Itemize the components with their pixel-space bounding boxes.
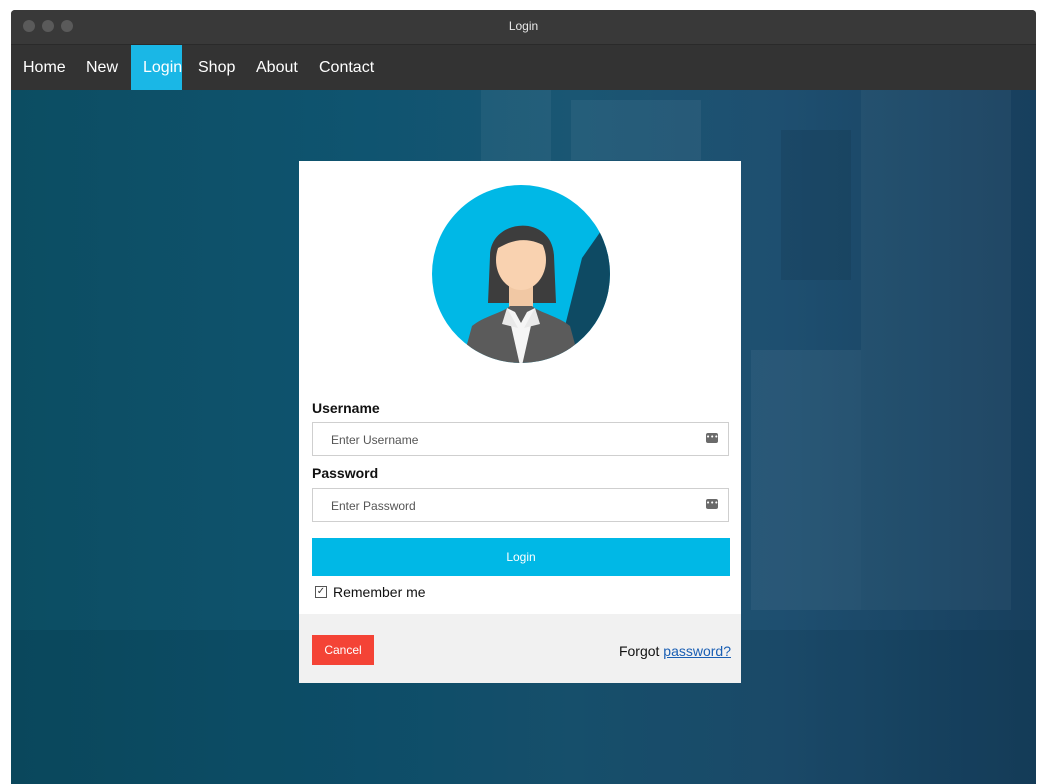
background-shape: [751, 350, 861, 610]
nav-shop[interactable]: Shop: [186, 45, 247, 90]
forgot-password: Forgot password?: [619, 643, 731, 659]
background-shape: [781, 130, 851, 280]
window-title: Login: [508, 19, 539, 33]
remember-label: Remember me: [333, 584, 426, 600]
remember-checkbox[interactable]: ✓: [315, 586, 327, 599]
forgot-password-link[interactable]: password?: [663, 643, 731, 659]
password-input[interactable]: [329, 489, 693, 523]
top-navbar: Home New Login Shop About Contact: [11, 45, 1036, 90]
app-window: Login Home New Login Shop About Contact: [11, 10, 1036, 784]
background-shape: [571, 100, 701, 160]
key-icon: •••: [706, 433, 719, 443]
username-input[interactable]: [329, 423, 693, 457]
nav-contact[interactable]: Contact: [307, 45, 386, 90]
user-avatar-icon: [432, 178, 610, 370]
forgot-prefix: Forgot: [618, 643, 660, 659]
cancel-button[interactable]: Cancel: [312, 635, 374, 665]
login-button[interactable]: Login: [312, 538, 730, 576]
nav-login[interactable]: Login: [131, 45, 182, 90]
page-background: Username ••• Password ••• Login ✓ Remembe…: [11, 90, 1036, 784]
password-field-box: •••: [312, 488, 729, 523]
username-field-box: •••: [312, 422, 729, 457]
username-label: Username: [312, 400, 380, 416]
nav-new[interactable]: New: [74, 45, 130, 90]
modal-footer: Cancel Forgot password?: [299, 614, 741, 683]
key-icon: •••: [706, 499, 719, 509]
background-shape: [861, 90, 1011, 610]
password-label: Password: [312, 465, 379, 481]
title-bar: Login: [11, 10, 1036, 45]
nav-about[interactable]: About: [244, 45, 310, 90]
remember-me: ✓ Remember me: [315, 584, 426, 600]
login-modal: Username ••• Password ••• Login ✓ Remembe…: [299, 161, 741, 683]
nav-home[interactable]: Home: [11, 45, 78, 90]
